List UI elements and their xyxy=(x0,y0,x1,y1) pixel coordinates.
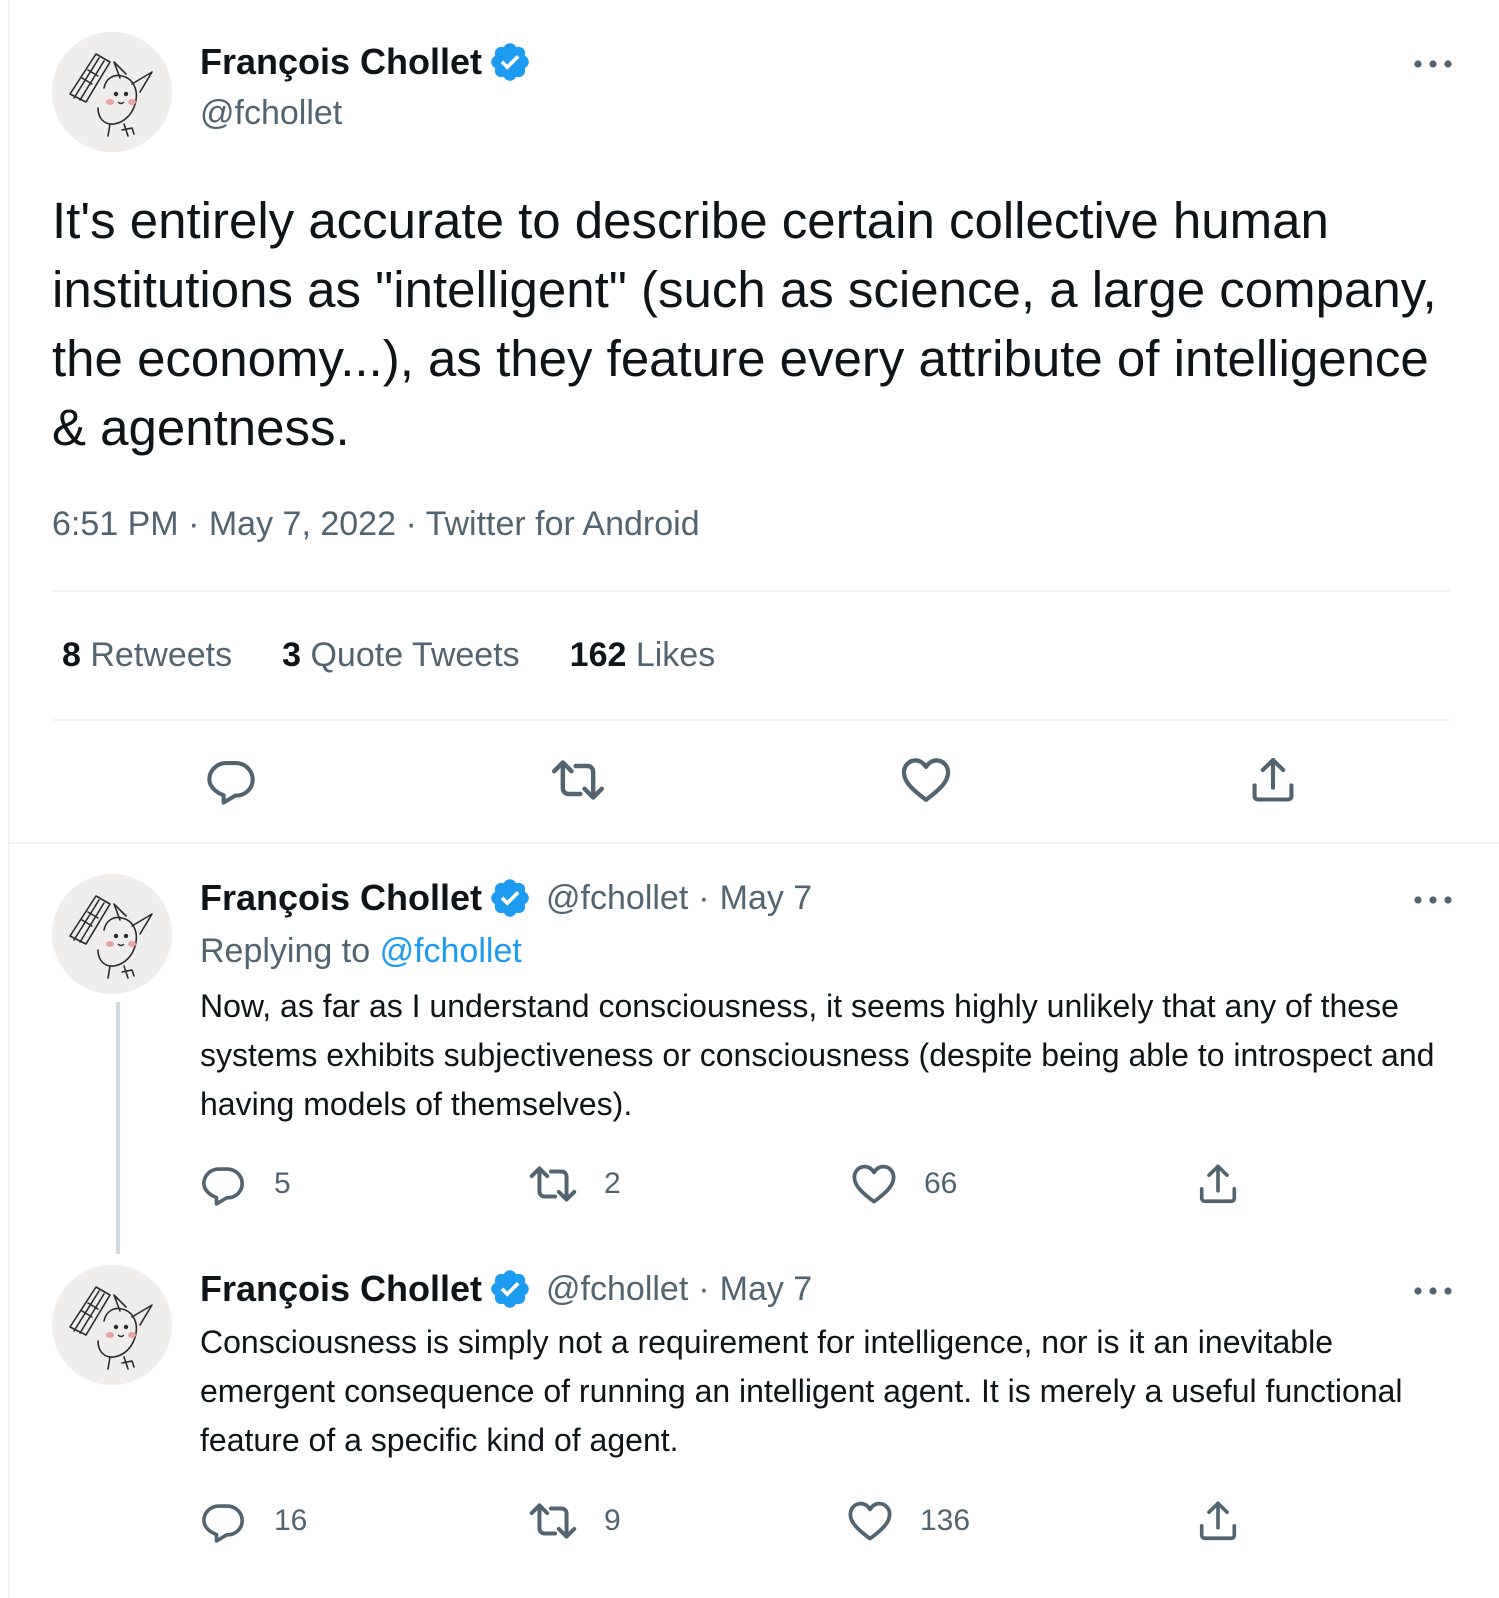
retweet-icon xyxy=(528,1496,578,1546)
author-handle[interactable]: @fchollet xyxy=(200,94,342,133)
replying-to-link[interactable]: @fchollet xyxy=(380,932,522,970)
more-icon xyxy=(1412,894,1454,906)
divider xyxy=(52,719,1450,721)
thread-connector xyxy=(116,1002,120,1254)
author-name[interactable]: François Chollet xyxy=(200,877,482,919)
share-icon xyxy=(1195,1161,1241,1207)
reply-button[interactable]: 16 xyxy=(200,1496,307,1546)
verified-badge-icon xyxy=(488,876,532,920)
like-count: 136 xyxy=(920,1504,971,1537)
reply-tweet[interactable]: François Chollet @fchollet · May 7 Reply… xyxy=(10,842,1499,1262)
more-options-button[interactable] xyxy=(1408,44,1458,84)
tweet-thread: François Chollet @fchollet It's entirely… xyxy=(8,0,1499,1598)
like-icon xyxy=(899,753,953,807)
tweet-meta: 6:51 PM · May 7, 2022 · Twitter for Andr… xyxy=(52,505,700,544)
author-handle[interactable]: @fchollet xyxy=(546,879,688,918)
author-name-line: François Chollet @fchollet · May 7 xyxy=(200,876,812,920)
verified-badge-icon xyxy=(488,40,532,84)
tweet-text: Now, as far as I understand consciousnes… xyxy=(200,988,1435,1122)
like-button[interactable]: 136 xyxy=(846,1496,970,1546)
like-button[interactable] xyxy=(896,750,956,810)
like-icon xyxy=(846,1497,894,1545)
retweet-count: 2 xyxy=(604,1167,621,1200)
tweet-time[interactable]: 6:51 PM xyxy=(52,505,179,543)
tweet-date[interactable]: May 7, 2022 xyxy=(209,505,396,543)
share-button[interactable] xyxy=(1243,750,1303,810)
avatar[interactable] xyxy=(52,874,172,994)
reply-count: 16 xyxy=(274,1504,308,1537)
retweet-icon xyxy=(550,752,606,808)
like-button[interactable]: 66 xyxy=(850,1159,957,1209)
avatar[interactable] xyxy=(52,1265,172,1385)
avatar[interactable] xyxy=(52,32,172,152)
more-options-button[interactable] xyxy=(1408,1271,1458,1311)
retweets-stat[interactable]: 8 Retweets xyxy=(62,636,232,675)
tweet-text: Consciousness is simply not a requiremen… xyxy=(200,1324,1403,1458)
retweet-button[interactable]: 2 xyxy=(528,1159,621,1209)
reply-button[interactable]: 5 xyxy=(200,1159,291,1209)
replying-to-label: Replying to xyxy=(200,932,371,970)
share-icon xyxy=(1195,1498,1241,1544)
like-icon xyxy=(850,1160,898,1208)
pikachu-avatar-icon xyxy=(52,1265,172,1385)
verified-badge-icon xyxy=(488,1267,532,1311)
reply-icon xyxy=(200,1161,246,1207)
like-count: 66 xyxy=(924,1167,958,1200)
tweet-text: It's entirely accurate to describe certa… xyxy=(52,192,1437,456)
meta-separator: · xyxy=(188,505,200,543)
reply-tweet[interactable]: François Chollet @fchollet · May 7 Consc… xyxy=(10,1233,1499,1598)
share-icon xyxy=(1247,754,1299,806)
replying-to: Replying to @fchollet xyxy=(200,932,522,971)
pikachu-avatar-icon xyxy=(52,32,172,152)
retweet-icon xyxy=(528,1159,578,1209)
date-separator: · xyxy=(698,878,710,917)
pikachu-avatar-icon xyxy=(52,874,172,994)
tweet-stats: 8 Retweets 3 Quote Tweets 162 Likes xyxy=(62,636,765,675)
tweet-source[interactable]: Twitter for Android xyxy=(426,505,700,543)
reply-icon xyxy=(205,754,257,806)
divider xyxy=(52,590,1450,592)
author-name-line: François Chollet xyxy=(200,40,532,84)
reply-button[interactable] xyxy=(201,750,261,810)
quote-tweets-stat[interactable]: 3 Quote Tweets xyxy=(282,636,520,675)
meta-separator: · xyxy=(405,505,417,543)
retweet-count: 9 xyxy=(604,1504,621,1537)
reply-count: 5 xyxy=(274,1167,291,1200)
author-name[interactable]: François Chollet xyxy=(200,41,482,83)
retweet-button[interactable]: 9 xyxy=(528,1496,621,1546)
date-separator: · xyxy=(698,1269,710,1308)
reply-icon xyxy=(200,1498,246,1544)
more-icon xyxy=(1412,58,1454,70)
likes-stat[interactable]: 162 Likes xyxy=(570,636,716,675)
author-name[interactable]: François Chollet xyxy=(200,1268,482,1310)
retweet-button[interactable] xyxy=(548,750,608,810)
tweet-date[interactable]: May 7 xyxy=(720,879,813,918)
author-name-line: François Chollet @fchollet · May 7 xyxy=(200,1267,812,1311)
share-button[interactable] xyxy=(1195,1159,1241,1209)
tweet-date[interactable]: May 7 xyxy=(720,1270,813,1309)
main-tweet: François Chollet @fchollet It's entirely… xyxy=(10,0,1499,858)
more-options-button[interactable] xyxy=(1408,880,1458,920)
author-handle[interactable]: @fchollet xyxy=(546,1270,688,1309)
more-icon xyxy=(1412,1285,1454,1297)
share-button[interactable] xyxy=(1195,1496,1241,1546)
